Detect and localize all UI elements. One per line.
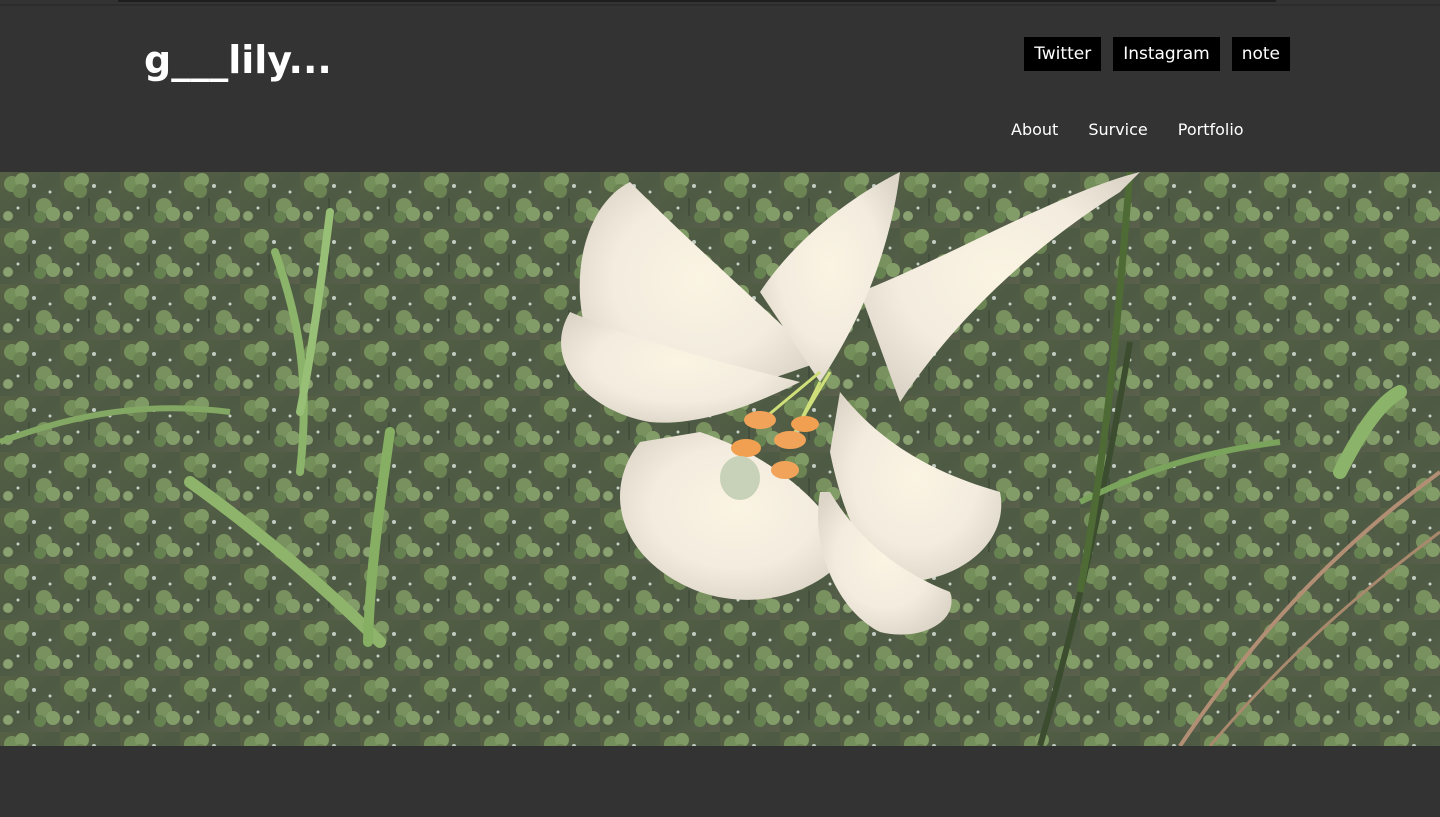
instagram-link[interactable]: Instagram: [1113, 37, 1220, 71]
lily-photo-icon: [0, 172, 1440, 746]
top-divider: [118, 0, 1276, 2]
hero-image: [0, 172, 1440, 746]
nav-item-service[interactable]: Survice: [1088, 118, 1147, 142]
site-title[interactable]: g___lily...: [144, 38, 332, 82]
top-border: [0, 4, 1440, 6]
social-links: Twitter Instagram note: [1024, 37, 1290, 71]
nav-item-portfolio[interactable]: Portfolio: [1178, 118, 1244, 142]
nav-item-about[interactable]: About: [1011, 118, 1058, 142]
main-nav: About Survice Portfolio: [1011, 118, 1244, 142]
note-link[interactable]: note: [1231, 37, 1290, 71]
twitter-link[interactable]: Twitter: [1024, 37, 1102, 71]
footer-band: [0, 746, 1440, 817]
page: g___lily... Twitter Instagram note About…: [0, 0, 1440, 817]
